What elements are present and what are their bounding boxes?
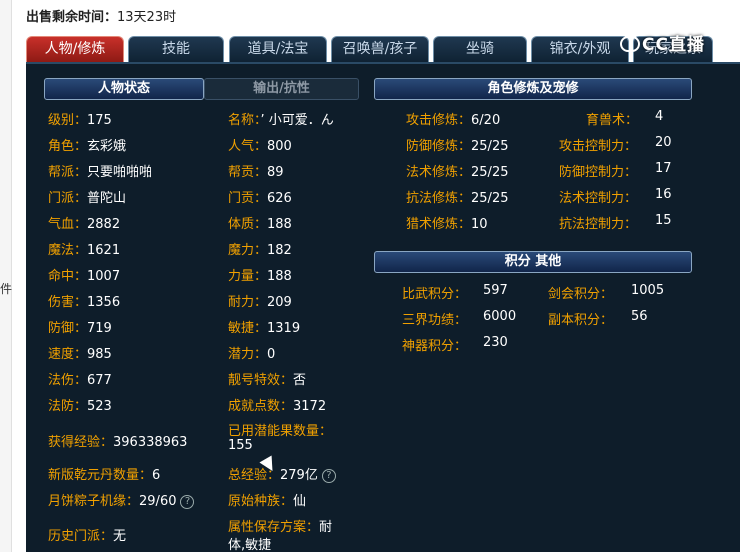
tab-character-cultivation[interactable]: 人物/修炼 [26,36,124,62]
cult-resist: 抗法修炼：25/25 [406,191,509,206]
stat-level: 级别：175 [48,113,112,128]
tab-skills[interactable]: 技能 [128,36,224,62]
cult-attack-control: 攻击控制力： [559,139,638,154]
stat-qiankun: 新版乾元丹数量：6 [48,468,161,483]
cultivation-header: 角色修炼及宠修 [374,78,692,100]
cult-resist-control-value: 15 [655,213,672,228]
stat-potion-used-value: 155 [228,438,253,453]
points-sword-value: 1005 [631,283,665,298]
cult-beast-art: 育兽术： [586,113,639,128]
stat-role: 角色：玄彩娥 [48,139,127,154]
cult-magic: 法术修炼：25/25 [406,165,509,180]
cult-defense: 防御修炼：25/25 [406,139,509,154]
stat-strength: 力量：188 [228,269,292,284]
stat-constitution: 体质：188 [228,217,292,232]
cult-attack-control-value: 20 [655,135,672,150]
cult-attack: 攻击修炼：6/20 [406,113,501,128]
cult-hunt: 猎术修炼：10 [406,217,488,232]
stat-name: 名称：’ 小可爱．ん [228,113,334,128]
tab-summons-children[interactable]: 召唤兽/孩子 [331,36,429,62]
stat-potential: 潜力：0 [228,347,276,362]
stat-hit: 命中：1007 [48,269,121,284]
points-artifact: 神器积分： [402,339,468,354]
points-header: 积分 其他 [374,251,692,273]
stat-guild-contribution: 帮贡：89 [228,165,284,180]
tab-items-treasures[interactable]: 道具/法宝 [229,36,327,62]
cult-defense-control: 防御控制力： [559,165,638,180]
stat-defense: 防御：719 [48,321,112,336]
cult-beast-art-value: 4 [655,109,664,124]
question-circle-icon[interactable]: ? [321,469,336,483]
tab-mounts[interactable]: 坐骑 [433,36,527,62]
tab-character-status[interactable]: 人物状态 [44,78,204,100]
points-sword: 剑会积分： [548,287,614,302]
cult-resist-control: 抗法控制力： [559,217,638,232]
cc-live-logo: CC直播 [620,30,705,55]
cult-magic-control: 法术控制力： [559,191,638,206]
stat-pretty-number: 靓号特效：否 [228,373,307,388]
stat-total-experience: 总经验：279亿? [228,464,336,483]
stat-school: 门派：普陀山 [48,191,127,206]
points-dungeon: 副本积分： [548,313,614,328]
stat-zongzi: 月饼粽子机缘：29/60? [48,490,195,509]
stat-magic-damage: 法伤：677 [48,373,112,388]
tab-output-resistance[interactable]: 输出/抗性 [204,78,359,100]
points-merit: 三界功绩： [402,313,468,328]
points-pvp: 比武积分： [402,287,468,302]
stat-popularity: 人气：800 [228,139,292,154]
sale-remaining-time: 出售剩余时间：13天23时 [26,6,176,25]
cc-live-logo-icon [620,36,640,52]
stat-attr-plan-value: 体,敏捷 [228,538,272,552]
logo-text: CC直播 [642,35,705,55]
points-dungeon-value: 56 [631,309,648,324]
stat-hp: 气血：2882 [48,217,121,232]
stat-experience: 获得经验：396338963 [48,435,188,450]
stat-original-race: 原始种族：仙 [228,494,307,509]
stat-damage: 伤害：1356 [48,295,121,310]
character-panel: 人物状态 输出/抗性 级别：175 角色：玄彩娥 帮派：只要啪啪啪 门派：普陀山… [26,62,740,552]
stat-magic-power: 魔力：182 [228,243,292,258]
stat-achievement: 成就点数：3172 [228,399,327,414]
points-pvp-value: 597 [483,283,508,298]
sale-time-label: 出售剩余时间： [26,10,118,25]
stat-guild: 帮派：只要啪啪啪 [48,165,153,180]
cult-defense-control-value: 17 [655,161,672,176]
points-artifact-value: 230 [483,335,508,350]
sale-time-value: 13天23时 [117,10,177,25]
stat-attr-plan: 属性保存方案：耐 [228,520,333,535]
stat-endurance: 耐力：209 [228,295,292,310]
tab-outfits[interactable]: 锦衣/外观 [531,36,629,62]
cult-magic-control-value: 16 [655,187,672,202]
stat-potion-used: 已用潜能果数量： [228,424,333,439]
stat-speed: 速度：985 [48,347,112,362]
page-fragment-text: 件 [0,282,13,296]
stat-magic-defense: 法防：523 [48,399,112,414]
stat-agility: 敏捷：1319 [228,321,301,336]
stat-mp: 魔法：1621 [48,243,121,258]
question-circle-icon[interactable]: ? [180,495,195,509]
stat-school-contribution: 门贡：626 [228,191,292,206]
stat-history-school: 历史门派：无 [48,529,127,544]
points-merit-value: 6000 [483,309,517,324]
left-page-edge: 件 [0,0,12,552]
